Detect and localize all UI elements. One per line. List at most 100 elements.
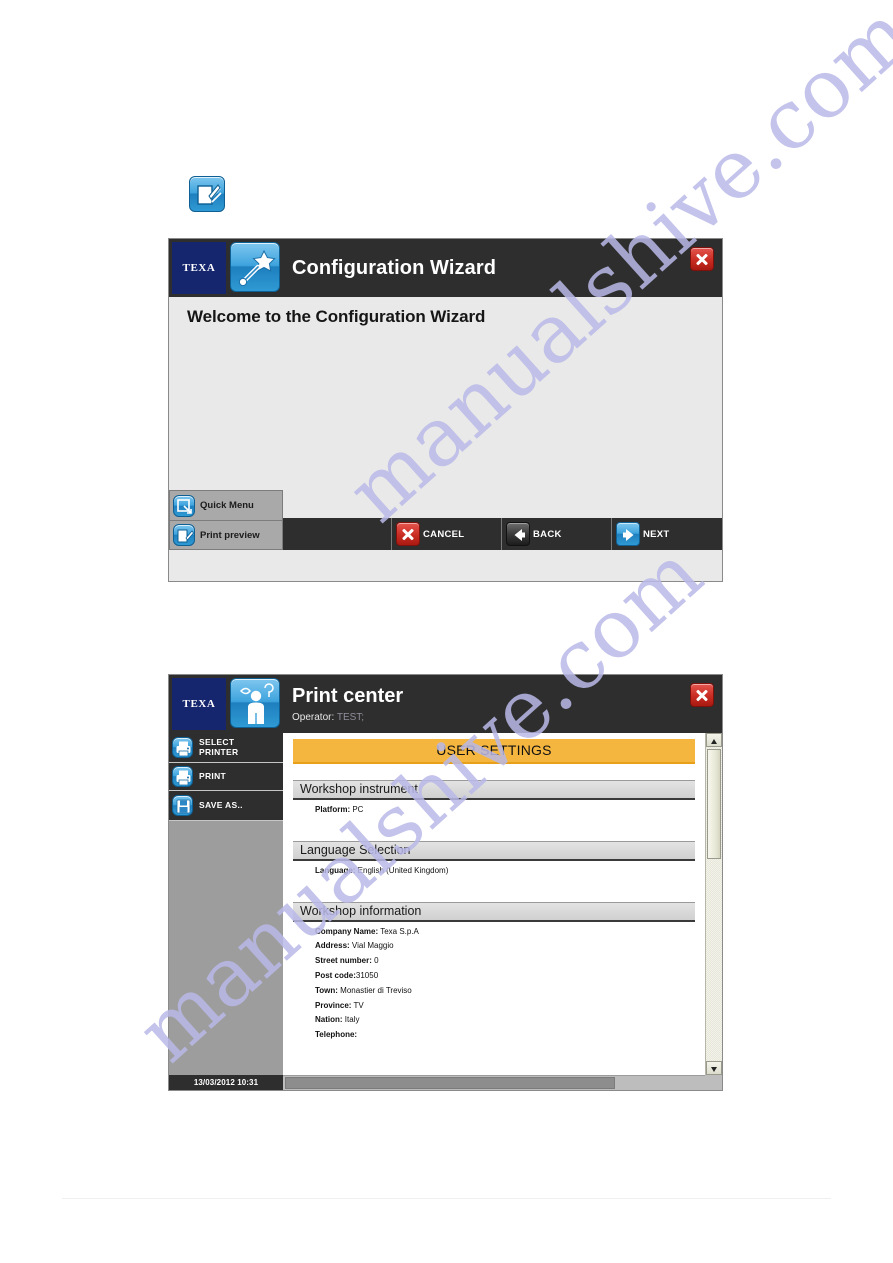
print-center-dialog: TEXA Print center Operator: TEST; SELECT… [168, 674, 723, 1091]
horizontal-scrollbar[interactable] [283, 1075, 705, 1090]
print-preview-icon [189, 176, 225, 212]
quick-menu-icon [173, 494, 195, 517]
field-town-label: Town: [315, 985, 338, 995]
field-nation-value: Italy [342, 1015, 360, 1025]
section-language-selection: Language Selection [293, 840, 695, 861]
horizontal-scroll-thumb[interactable] [285, 1077, 615, 1089]
select-printer-button[interactable]: SELECT PRINTER [169, 733, 283, 763]
scroll-up-icon[interactable] [706, 733, 722, 747]
settings-document: USER SETTINGS Workshop instrument Platfo… [283, 733, 705, 1075]
field-platform-value: PC [350, 805, 364, 814]
save-as-label: SAVE AS.. [199, 799, 243, 810]
section-workshop-information: Workshop information [293, 901, 695, 922]
print-preview-glyph [177, 529, 195, 543]
back-button[interactable]: BACK [502, 518, 612, 550]
print-label: PRINT [199, 770, 226, 781]
arrow-right-icon [616, 522, 640, 546]
field-language-label: Language: [315, 865, 356, 875]
operator-line: Operator: TEST; [292, 712, 690, 723]
print-preview-button[interactable]: Print preview [169, 520, 283, 550]
wizard-body: Welcome to the Configuration Wizard Quic… [169, 297, 722, 550]
field-address-value: Vial Maggio [349, 941, 394, 951]
field-platform: Platform: PC [315, 805, 695, 815]
magic-wand-glyph [238, 249, 276, 287]
arrow-left-glyph [514, 529, 525, 541]
cancel-label: CANCEL [423, 528, 465, 540]
print-title-block: Print center Operator: TEST; [284, 675, 690, 733]
wizard-titlebar: TEXA Configuration Wizard [169, 239, 722, 297]
field-street-number: Street number: 0 [315, 956, 695, 966]
field-nation-label: Nation: [315, 1015, 343, 1025]
field-province: Province: TV [315, 1000, 695, 1011]
field-platform-label: Platform: [315, 805, 351, 814]
scrollbar-corner [705, 1075, 722, 1090]
field-town: Town: Monastier di Treviso [315, 985, 695, 996]
print-preview-content: USER SETTINGS Workshop instrument Platfo… [283, 733, 722, 1090]
print-sidebar: SELECT PRINTER PRINT SAVE AS.. 13/03/201… [169, 733, 283, 1090]
print-button[interactable]: PRINT [169, 763, 283, 791]
select-printer-label: SELECT PRINTER [199, 736, 239, 758]
field-company-name: Company Name: Texa S.p.A [315, 926, 695, 937]
print-title: Print center [292, 684, 404, 707]
field-post-code-label: Post code: [315, 970, 356, 980]
field-town-value: Monastier di Treviso [337, 985, 412, 995]
arrow-right-glyph [623, 529, 634, 541]
field-language: Language: English (United Kingdom) [315, 865, 695, 876]
page-canvas: manualshive.com manualshive.com TEXA Con… [0, 0, 893, 1263]
magic-wand-icon [230, 242, 280, 292]
vertical-scrollbar[interactable] [705, 733, 722, 1075]
texa-logo-text: TEXA [182, 262, 216, 274]
wizard-welcome-heading: Welcome to the Configuration Wizard [187, 307, 486, 326]
operator-person-glyph [239, 683, 274, 724]
print-preview-icon [173, 524, 195, 546]
save-disk-icon [172, 795, 193, 816]
field-street-number-label: Street number: [315, 956, 372, 966]
close-icon[interactable] [690, 247, 714, 271]
printer-icon [172, 737, 193, 758]
print-preview-glyph [197, 184, 222, 205]
print-main-area: SELECT PRINTER PRINT SAVE AS.. 13/03/201… [169, 733, 722, 1090]
field-company-name-label: Company Name: [315, 926, 379, 936]
field-post-code: Post code:31050 [315, 970, 695, 981]
wizard-title: Configuration Wizard [292, 256, 497, 279]
wizard-side-panel: Quick Menu Print preview [169, 490, 283, 550]
select-printer-label-2: PRINTER [199, 746, 239, 757]
printer-glyph [176, 770, 191, 786]
cancel-button[interactable]: CANCEL [392, 518, 502, 550]
close-icon[interactable] [690, 683, 714, 707]
configuration-wizard-dialog: TEXA Configuration Wizard Welcome to the… [168, 238, 723, 582]
texa-logo: TEXA [172, 242, 226, 294]
next-button[interactable]: NEXT [612, 518, 722, 550]
vertical-scroll-thumb[interactable] [707, 749, 721, 859]
save-as-button[interactable]: SAVE AS.. [169, 791, 283, 821]
print-titlebar: TEXA Print center Operator: TEST; [169, 675, 722, 733]
quick-menu-button[interactable]: Quick Menu [169, 490, 283, 520]
field-province-label: Province: [315, 1000, 352, 1010]
select-printer-label-1: SELECT [199, 736, 235, 747]
printer-icon [172, 766, 193, 787]
field-street-number-value: 0 [371, 956, 379, 966]
texa-logo-text: TEXA [182, 698, 216, 710]
field-telephone: Telephone: [315, 1030, 695, 1040]
field-address-label: Address: [315, 941, 350, 951]
scroll-down-icon[interactable] [706, 1061, 722, 1075]
field-company-name-value: Texa S.p.A [378, 926, 419, 936]
operator-label: Operator: [292, 711, 335, 723]
status-timestamp: 13/03/2012 10:31 [169, 1075, 283, 1090]
page-footer-rule [62, 1198, 831, 1199]
arrow-left-icon [506, 522, 530, 546]
quick-menu-glyph [177, 498, 192, 514]
operator-value: TEST; [336, 711, 365, 723]
field-post-code-value: 31050 [355, 970, 379, 980]
back-label: BACK [533, 528, 562, 540]
field-telephone-label: Telephone: [315, 1030, 358, 1040]
field-address: Address: Vial Maggio [315, 941, 695, 951]
cancel-x-icon [396, 522, 420, 546]
operator-person-icon [230, 678, 280, 728]
sidebar-filler [169, 821, 283, 1075]
user-settings-banner: USER SETTINGS [293, 739, 695, 764]
save-disk-glyph [176, 799, 191, 814]
field-nation: Nation: Italy [315, 1015, 695, 1025]
